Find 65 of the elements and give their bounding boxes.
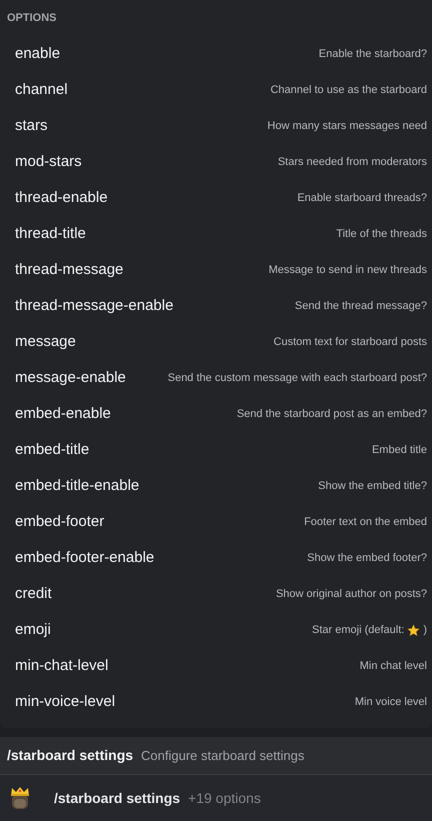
option-item[interactable]: thread-enable Enable starboard threads? bbox=[0, 180, 432, 216]
option-name: credit bbox=[15, 584, 52, 604]
star-icon bbox=[407, 624, 420, 636]
option-description: Star emoji (default: bbox=[312, 622, 404, 638]
option-description: Channel to use as the starboard bbox=[270, 82, 427, 98]
option-description: Stars needed from moderators bbox=[278, 154, 427, 170]
command-description: Configure starboard settings bbox=[141, 746, 304, 765]
option-name: embed-enable bbox=[15, 404, 111, 424]
option-description: Show the embed footer? bbox=[307, 550, 427, 566]
option-item[interactable]: embed-footer-enable Show the embed footer? bbox=[0, 540, 432, 576]
option-name: mod-stars bbox=[15, 152, 82, 172]
option-item[interactable]: channel Channel to use as the starboard bbox=[0, 72, 432, 108]
option-description: Enable starboard threads? bbox=[297, 190, 427, 206]
option-name: message-enable bbox=[15, 368, 126, 388]
option-description: Footer text on the embed bbox=[304, 514, 427, 530]
option-item[interactable]: min-chat-level Min chat level bbox=[0, 648, 432, 684]
option-description: Min voice level bbox=[354, 694, 427, 710]
command-name: /starboard settings bbox=[54, 788, 180, 808]
command-input[interactable]: /starboard settings +19 options bbox=[0, 775, 432, 821]
option-description: Min chat level bbox=[360, 658, 427, 674]
option-name: min-chat-level bbox=[15, 656, 108, 676]
option-item[interactable]: thread-message Message to send in new threads bbox=[0, 252, 432, 288]
option-description: Custom text for starboard posts bbox=[274, 334, 427, 350]
option-description: ) bbox=[423, 622, 427, 638]
option-description: Show the embed title? bbox=[318, 478, 427, 494]
option-item[interactable]: thread-message-enable Send the thread message? bbox=[0, 288, 432, 324]
option-item[interactable]: message-enable Send the custom message with each starboard post? bbox=[0, 360, 432, 396]
option-item[interactable]: embed-title Embed title bbox=[0, 432, 432, 468]
option-item[interactable]: stars How many stars messages need bbox=[0, 108, 432, 144]
option-name: embed-footer-enable bbox=[15, 548, 154, 568]
option-name: thread-message bbox=[15, 260, 124, 280]
section-header: OPTIONS bbox=[7, 10, 57, 26]
option-item[interactable]: embed-footer Footer text on the embed bbox=[0, 504, 432, 540]
option-name: embed-footer bbox=[15, 512, 104, 532]
option-name: message bbox=[15, 332, 76, 352]
option-item[interactable]: message Custom text for starboard posts bbox=[0, 324, 432, 360]
option-description: Send the starboard post as an embed? bbox=[236, 406, 427, 422]
option-description: Embed title bbox=[372, 442, 427, 458]
option-item[interactable]: thread-title Title of the threads bbox=[0, 216, 432, 252]
option-description: Show original author on posts? bbox=[276, 586, 427, 602]
option-item[interactable]: credit Show original author on posts? bbox=[0, 576, 432, 612]
option-name: thread-title bbox=[15, 224, 86, 244]
option-name: embed-title bbox=[15, 440, 90, 460]
option-name: emoji bbox=[15, 620, 51, 640]
option-name: stars bbox=[15, 116, 48, 136]
option-name: enable bbox=[15, 44, 60, 64]
option-description: How many stars messages need bbox=[267, 118, 427, 134]
option-name: channel bbox=[15, 80, 68, 100]
option-name: thread-enable bbox=[15, 188, 108, 208]
option-description: Enable the starboard? bbox=[318, 46, 427, 62]
option-item[interactable]: enable Enable the starboard? bbox=[0, 36, 432, 72]
option-item[interactable]: emoji Star emoji (default: ) bbox=[0, 612, 432, 648]
command-name: /starboard settings bbox=[7, 746, 134, 765]
option-name: min-voice-level bbox=[15, 692, 116, 712]
option-item[interactable]: min-voice-level Min voice level bbox=[0, 684, 432, 720]
options-count: +19 options bbox=[188, 788, 261, 808]
option-item[interactable]: embed-enable Send the starboard post as an embed? bbox=[0, 396, 432, 432]
option-name: thread-message-enable bbox=[15, 296, 174, 316]
option-description: Send the custom message with each starboard post? bbox=[168, 370, 427, 386]
option-item[interactable]: mod-stars Stars needed from moderators bbox=[0, 144, 432, 180]
option-description: Message to send in new threads bbox=[268, 262, 427, 278]
option-description: Title of the threads bbox=[336, 226, 427, 242]
option-name: embed-title-enable bbox=[15, 476, 140, 496]
option-item[interactable]: embed-title-enable Show the embed title? bbox=[0, 468, 432, 504]
option-description: Send the thread message? bbox=[294, 298, 427, 314]
